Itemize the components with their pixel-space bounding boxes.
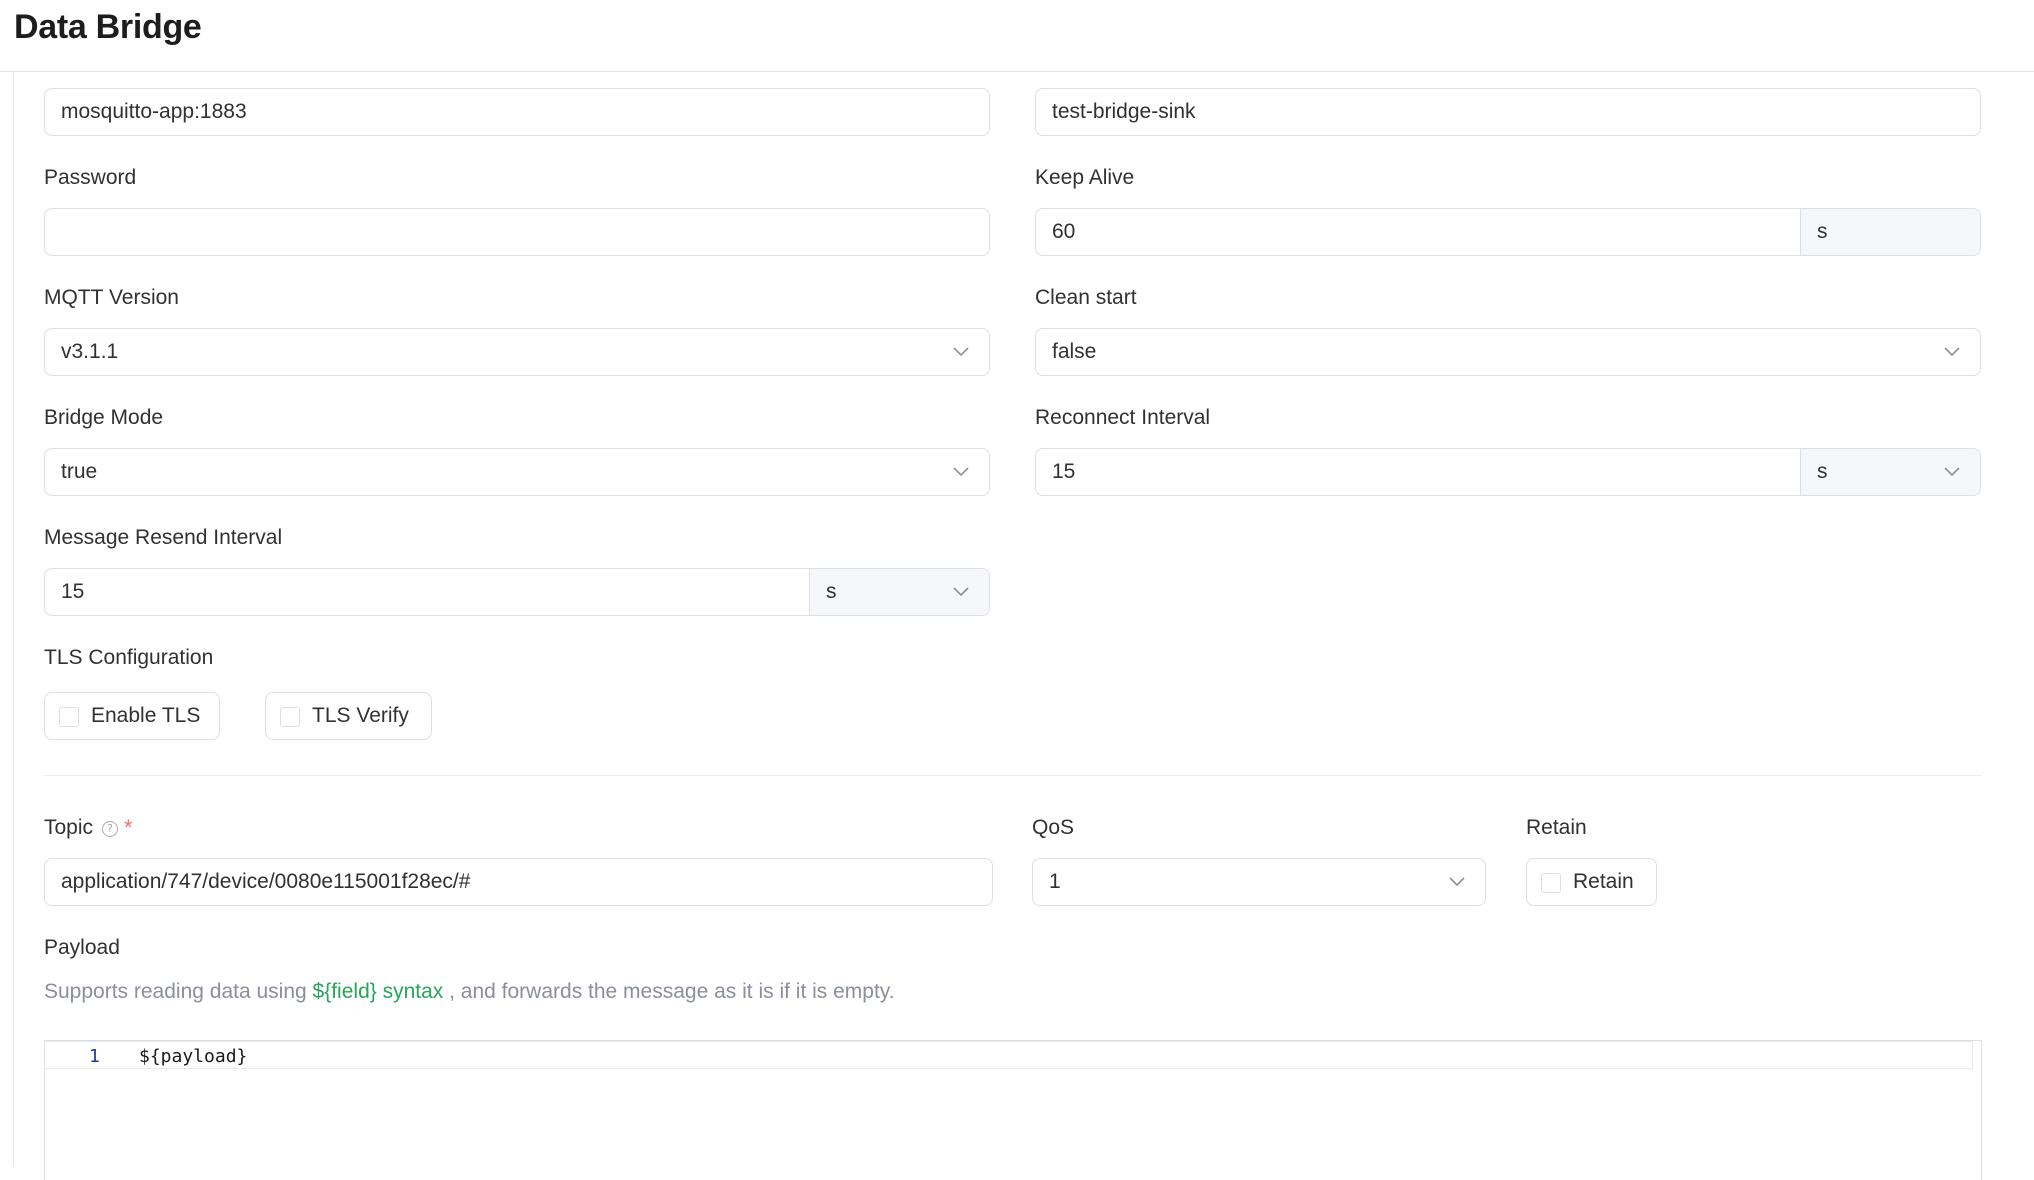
- password-label: Password: [44, 166, 137, 189]
- clean-start-value: false: [1052, 340, 1097, 363]
- mqtt-version-label: MQTT Version: [44, 286, 179, 309]
- clean-start-label: Clean start: [1035, 286, 1137, 309]
- page-header: Data Bridge: [0, 0, 2034, 72]
- enable-tls-label: Enable TLS: [91, 704, 201, 727]
- topic-value: application/747/device/0080e115001f28ec/…: [61, 870, 471, 893]
- bridge-mode-value: true: [61, 460, 98, 483]
- chevron-down-icon: [953, 347, 969, 357]
- section-divider: [44, 775, 1982, 776]
- reconnect-interval-unit: s: [1817, 460, 1828, 483]
- payload-description: Supports reading data using ${field} syn…: [44, 980, 895, 1004]
- checkbox-icon: [59, 707, 79, 727]
- qos-label: QoS: [1032, 816, 1075, 839]
- reconnect-interval-value: 15: [1052, 460, 1076, 483]
- retain-label: Retain: [1526, 816, 1587, 839]
- mqtt-version-value: v3.1.1: [61, 340, 119, 363]
- client-id-input[interactable]: test-bridge-sink: [1035, 88, 1981, 136]
- editor-active-line: 1 ${payload}: [45, 1041, 1973, 1069]
- reconnect-interval-input[interactable]: 15 s: [1035, 448, 1981, 496]
- tls-config-label: TLS Configuration: [44, 646, 214, 669]
- field-syntax-link[interactable]: ${field} syntax: [313, 980, 444, 1003]
- payload-desc-suffix: , and forwards the message as it is if i…: [443, 980, 895, 1003]
- bridge-mode-label: Bridge Mode: [44, 406, 164, 429]
- required-mark: *: [124, 815, 133, 840]
- keep-alive-unit-addon: s: [1800, 209, 1980, 255]
- keep-alive-value: 60: [1052, 220, 1076, 243]
- checkbox-icon: [1541, 873, 1561, 893]
- enable-tls-checkbox[interactable]: Enable TLS: [44, 692, 220, 740]
- mqtt-version-select[interactable]: v3.1.1: [44, 328, 990, 376]
- editor-code-line[interactable]: ${payload}: [139, 1046, 247, 1067]
- payload-desc-prefix: Supports reading data using: [44, 980, 313, 1003]
- tls-verify-label: TLS Verify: [312, 704, 409, 727]
- resend-interval-unit: s: [826, 580, 837, 603]
- page-title: Data Bridge: [14, 8, 202, 46]
- password-input[interactable]: [44, 208, 990, 256]
- editor-line-number: 1: [89, 1046, 100, 1067]
- tls-verify-checkbox[interactable]: TLS Verify: [265, 692, 432, 740]
- topic-input[interactable]: application/747/device/0080e115001f28ec/…: [44, 858, 993, 906]
- chevron-down-icon: [953, 467, 969, 477]
- resend-interval-input[interactable]: 15 s: [44, 568, 990, 616]
- keep-alive-unit: s: [1817, 220, 1828, 243]
- chevron-down-icon: [953, 587, 969, 597]
- reconnect-interval-label: Reconnect Interval: [1035, 406, 1211, 429]
- topic-label: Topic: [44, 816, 94, 839]
- chevron-down-icon: [1449, 877, 1465, 887]
- question-circle-icon[interactable]: ?: [102, 821, 118, 837]
- keep-alive-label: Keep Alive: [1035, 166, 1135, 189]
- resend-interval-value: 15: [61, 580, 85, 603]
- payload-code-editor[interactable]: 1 ${payload}: [44, 1040, 1982, 1180]
- retain-checkbox[interactable]: Retain: [1526, 858, 1657, 906]
- reconnect-interval-unit-select[interactable]: s: [1800, 449, 1980, 495]
- server-value: mosquitto-app:1883: [61, 100, 247, 123]
- clean-start-select[interactable]: false: [1035, 328, 1981, 376]
- payload-label: Payload: [44, 936, 120, 959]
- resend-interval-label: Message Resend Interval: [44, 526, 283, 549]
- client-id-value: test-bridge-sink: [1052, 100, 1196, 123]
- qos-select[interactable]: 1: [1032, 858, 1486, 906]
- qos-value: 1: [1049, 870, 1061, 893]
- retain-checkbox-label: Retain: [1573, 870, 1634, 893]
- resend-interval-unit-select[interactable]: s: [809, 569, 989, 615]
- chevron-down-icon: [1944, 467, 1960, 477]
- chevron-down-icon: [1944, 347, 1960, 357]
- bridge-mode-select[interactable]: true: [44, 448, 990, 496]
- server-input[interactable]: mosquitto-app:1883: [44, 88, 990, 136]
- keep-alive-input[interactable]: 60 s: [1035, 208, 1981, 256]
- checkbox-icon: [280, 707, 300, 727]
